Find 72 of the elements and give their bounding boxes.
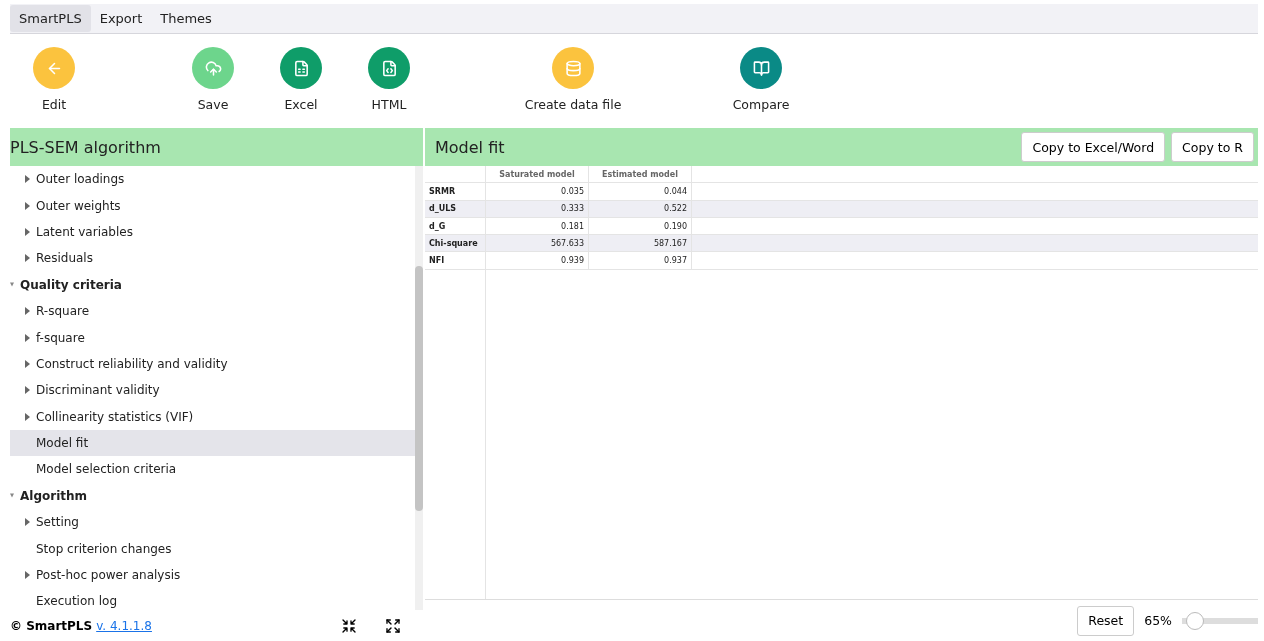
row-header: Chi-square xyxy=(425,235,486,252)
toolbar-button[interactable]: Compare xyxy=(717,47,805,112)
tree-item[interactable]: Model fit xyxy=(10,429,415,457)
table-cell: 0.522 xyxy=(589,200,692,217)
caret-right-icon xyxy=(25,333,30,342)
database-icon xyxy=(564,59,582,77)
caret-right-icon xyxy=(25,254,30,263)
caret-right-icon xyxy=(25,412,30,421)
menu-item[interactable]: SmartPLS xyxy=(10,5,91,32)
caret-right-icon xyxy=(25,359,30,368)
scrollbar[interactable] xyxy=(415,166,423,610)
reset-button[interactable]: Reset xyxy=(1077,605,1135,636)
row-header: d_ULS xyxy=(425,200,486,217)
book-icon xyxy=(752,59,770,77)
caret-right-icon xyxy=(25,227,30,236)
copy-button[interactable]: Copy to Excel/Word xyxy=(1021,132,1166,162)
table-cell: 0.035 xyxy=(486,183,589,200)
version-link[interactable]: v. 4.1.1.8 xyxy=(96,618,152,633)
toolbar-button[interactable]: Edit xyxy=(10,47,98,112)
table-cell: 567.633 xyxy=(486,235,589,252)
caret-right-icon xyxy=(25,175,30,184)
tree-item[interactable]: Setting xyxy=(10,509,415,536)
panel-title: Model fit xyxy=(434,137,505,157)
tree-group[interactable]: Quality criteria xyxy=(10,271,415,298)
tree-item[interactable]: Execution log xyxy=(10,588,415,610)
table-cell: 0.044 xyxy=(589,183,692,200)
caret-right-icon xyxy=(25,307,30,316)
expand-icon[interactable] xyxy=(385,617,401,634)
panel-title: PLS-SEM algorithm xyxy=(10,137,161,157)
copy-button[interactable]: Copy to R xyxy=(1171,132,1254,162)
spreadsheet-file-icon xyxy=(292,59,310,77)
code-file-icon xyxy=(380,59,398,77)
tree-item[interactable]: Residuals xyxy=(10,245,415,272)
table-cell: 0.181 xyxy=(486,217,589,235)
toolbar-button[interactable]: Excel xyxy=(257,47,345,112)
caret-right-icon xyxy=(25,518,30,527)
caret-down-icon xyxy=(10,493,14,499)
copyright-text: © SmartPLS xyxy=(10,618,93,633)
tree-item[interactable]: Latent variables xyxy=(10,218,415,246)
caret-right-icon xyxy=(25,386,30,395)
cloud-upload-icon xyxy=(204,59,222,77)
row-header: d_G xyxy=(425,217,486,235)
toolbar-button[interactable]: HTML xyxy=(345,47,433,112)
tree-item[interactable]: Post-hoc power analysis xyxy=(10,561,415,589)
column-header: Saturated model xyxy=(486,166,589,183)
caret-right-icon xyxy=(25,201,30,210)
caret-down-icon xyxy=(10,282,14,288)
tree-item[interactable]: Model selection criteria xyxy=(10,456,415,483)
zoom-percent: 65% xyxy=(1144,613,1172,628)
menu-item[interactable]: Export xyxy=(90,5,152,32)
table-cell: 0.937 xyxy=(589,252,692,269)
row-header: NFI xyxy=(425,252,486,269)
tree-item[interactable]: Collinearity statistics (VIF) xyxy=(10,403,415,430)
tree-item[interactable]: Stop criterion changes xyxy=(10,535,415,562)
table-cell: 0.190 xyxy=(589,217,692,235)
row-header: SRMR xyxy=(425,183,486,200)
tree-item[interactable]: Outer loadings xyxy=(10,166,415,193)
tree-group[interactable]: Algorithm xyxy=(10,482,415,510)
tree-item[interactable]: Construct reliability and validity xyxy=(10,350,415,378)
slider-thumb[interactable] xyxy=(1185,611,1204,630)
table-cell: 587.167 xyxy=(589,235,692,252)
toolbar-button[interactable]: Save xyxy=(169,47,257,112)
table-cell: 0.333 xyxy=(486,200,589,217)
tree-item[interactable]: Discriminant validity xyxy=(10,377,415,404)
table-cell: 0.939 xyxy=(486,252,589,269)
collapse-icon[interactable] xyxy=(341,617,357,634)
column-header: Estimated model xyxy=(589,166,692,183)
tree-item[interactable]: R-square xyxy=(10,297,415,325)
tree-item[interactable]: Outer weights xyxy=(10,192,415,219)
menu-item[interactable]: Themes xyxy=(151,5,221,32)
caret-right-icon xyxy=(25,571,30,580)
tree-item[interactable]: f-square xyxy=(10,324,415,351)
